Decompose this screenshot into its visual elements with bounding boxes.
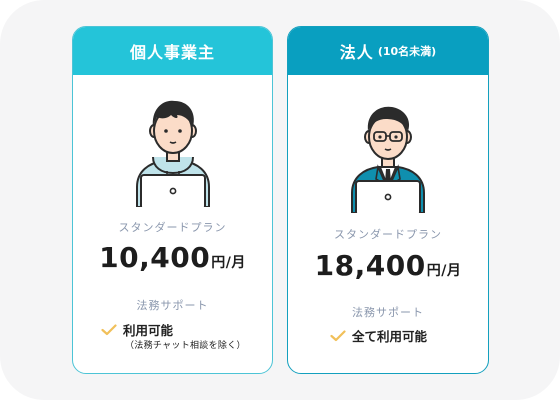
checkmark-icon [101,323,117,335]
plan-card-corporate[interactable]: 法人 (10名未満) スタンダードプラン 18,400円/月 法務サポート 全て… [287,26,489,374]
person-with-laptop-icon [135,100,210,207]
plan-price: 18,400円/月 [288,249,488,282]
price-unit: 円/月 [426,263,462,279]
price-value: 10,400 [99,241,211,274]
plan-card-individual[interactable]: 個人事業主 スタンダードプラン 10,400円/月 法務サポート 利用可能 （法… [72,26,273,374]
plan-name: スタンダードプラン [334,228,442,241]
price-value: 18,400 [314,249,426,282]
price-unit: 円/月 [211,255,246,271]
plan-card-header: 個人事業主 [73,27,272,75]
plan-name: スタンダードプラン [118,221,227,234]
plan-card-subtitle: (10名未満) [377,45,437,58]
plan-card-title: 個人事業主 [129,43,215,62]
checkmark-icon [330,329,346,341]
legal-support-note: （法務チャット相談を除く） [125,341,246,351]
legal-support-value: 利用可能 [123,323,174,338]
plan-card-header: 法人 (10名未満) [288,27,488,75]
legal-support-value: 全て利用可能 [352,329,428,344]
plan-price: 10,400円/月 [73,241,272,274]
legal-support-label: 法務サポート [136,299,209,312]
legal-support-status: 利用可能 [101,320,173,339]
legal-support-label: 法務サポート [352,306,424,319]
businessman-with-laptop-icon [351,106,425,213]
legal-support-status: 全て利用可能 [330,326,427,345]
plan-card-title: 法人 [339,43,374,62]
